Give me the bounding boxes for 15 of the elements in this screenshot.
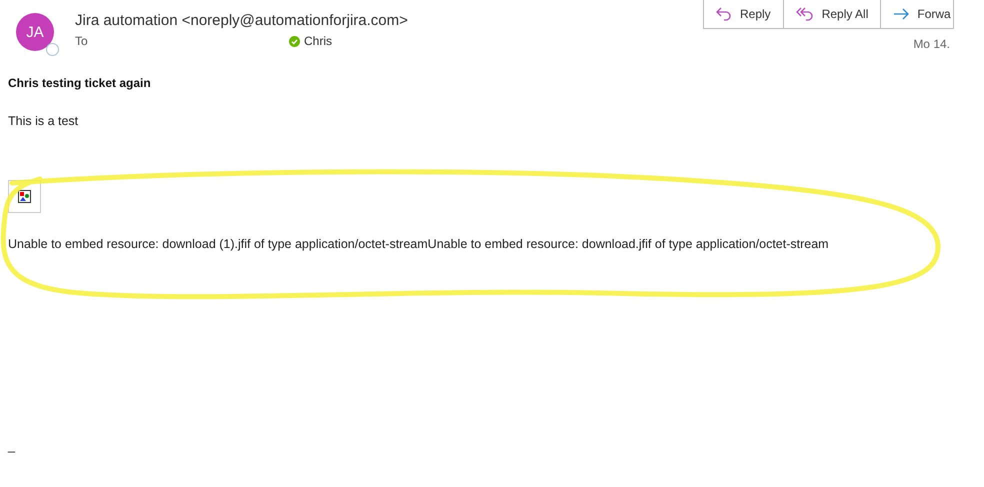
email-subject: Chris testing ticket again — [8, 76, 151, 90]
signature-mark: _ — [8, 439, 15, 453]
avatar: JA — [16, 13, 54, 51]
date-text: Mo 14. — [913, 37, 950, 51]
recipient-name[interactable]: Chris — [304, 34, 332, 48]
reply-all-icon — [796, 7, 814, 21]
presence-icon — [46, 43, 59, 56]
error-text: Unable to embed resource: download (1).jfif of type application/octet-streamUnable to embed resource: download.jfif of type application/octet-stream — [8, 237, 829, 251]
check-icon — [289, 36, 300, 46]
sender-name: Jira automation <noreply@automationforjira.com> — [75, 12, 409, 29]
arrow-right-icon — [893, 8, 910, 20]
to-label: To — [75, 34, 89, 48]
reply-icon — [716, 7, 732, 21]
body-text: This is a test — [8, 114, 78, 128]
broken-image-icon — [18, 190, 31, 203]
